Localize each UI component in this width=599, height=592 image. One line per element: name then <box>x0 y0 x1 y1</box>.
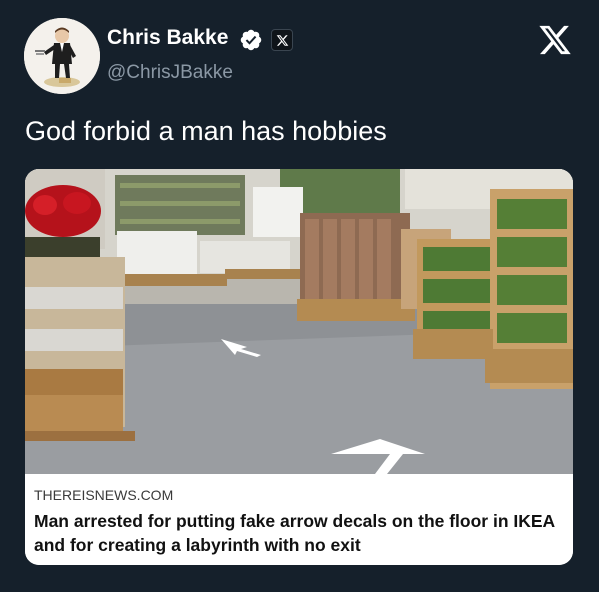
author-display-name[interactable]: Chris Bakke <box>107 26 228 50</box>
link-card-footer: THEREISNEWS.COM Man arrested for putting… <box>25 474 573 565</box>
tweet-text: God forbid a man has hobbies <box>25 116 387 146</box>
link-card-title: Man arrested for putting fake arrow deca… <box>34 511 555 555</box>
x-badge-icon <box>271 29 293 51</box>
avatar[interactable] <box>24 18 100 94</box>
verified-badge-icon <box>240 29 262 51</box>
author-handle[interactable]: @ChrisJBakke <box>107 62 233 84</box>
link-card-domain: THEREISNEWS.COM <box>34 487 174 503</box>
store-aisle-photo <box>25 169 573 474</box>
link-card[interactable]: THEREISNEWS.COM Man arrested for putting… <box>25 169 573 565</box>
avatar-illustration <box>24 18 100 94</box>
x-logo-icon[interactable] <box>537 24 573 56</box>
x-glyph-icon <box>276 34 288 46</box>
